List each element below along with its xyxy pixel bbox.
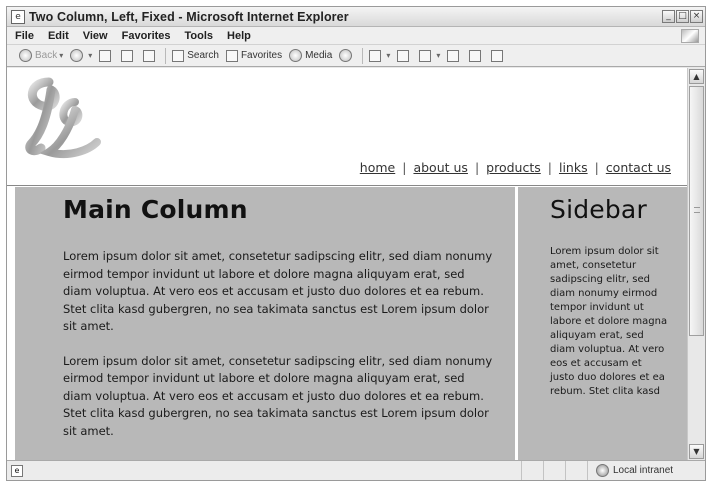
sidebar-title: Sidebar bbox=[550, 195, 647, 224]
status-bar: e Local intranet bbox=[7, 460, 705, 480]
print-icon bbox=[397, 49, 410, 62]
nav-separator: | bbox=[594, 160, 599, 175]
chevron-down-icon: ▾ bbox=[59, 51, 64, 60]
title-bar: e Two Column, Left, Fixed - Microsoft In… bbox=[7, 7, 705, 27]
mail-button[interactable]: ▾ bbox=[369, 49, 391, 62]
media-button[interactable]: Media bbox=[289, 49, 332, 62]
windows-logo-icon bbox=[681, 28, 699, 43]
forward-button[interactable]: ▾ bbox=[70, 49, 92, 62]
menu-bar: File Edit View Favorites Tools Help bbox=[7, 27, 705, 45]
maximize-button[interactable]: □ bbox=[676, 10, 689, 23]
site-nav: home | about us | products | links | con… bbox=[360, 160, 671, 175]
sidebar-text: Lorem ipsum dolor sit amet, consetetur s… bbox=[550, 246, 668, 397]
favorites-button[interactable]: Favorites bbox=[225, 49, 283, 62]
favorites-label: Favorites bbox=[240, 50, 283, 61]
forward-arrow-icon bbox=[70, 49, 84, 62]
main-paragraph-1: Lorem ipsum dolor sit amet, consetetur s… bbox=[63, 249, 493, 333]
discuss-button[interactable] bbox=[447, 49, 462, 62]
research-icon bbox=[491, 49, 504, 62]
security-zone: Local intranet bbox=[587, 461, 705, 480]
page-viewport: home | about us | products | links | con… bbox=[7, 68, 687, 460]
research-button[interactable] bbox=[491, 49, 506, 62]
mail-icon bbox=[369, 49, 382, 62]
nav-separator: | bbox=[402, 160, 407, 175]
nav-separator: | bbox=[474, 160, 480, 175]
site-logo-icon bbox=[25, 77, 101, 159]
nav-links[interactable]: links bbox=[559, 160, 588, 175]
zone-label: Local intranet bbox=[613, 465, 674, 476]
chevron-down-icon: ▾ bbox=[88, 51, 93, 60]
stop-icon bbox=[99, 49, 112, 62]
history-button[interactable] bbox=[339, 49, 355, 62]
star-icon bbox=[225, 49, 238, 62]
nav-about-us[interactable]: about us bbox=[413, 160, 467, 175]
menu-tools[interactable]: Tools bbox=[185, 30, 214, 42]
vertical-scrollbar[interactable]: ▲ ▼ bbox=[687, 68, 705, 460]
page-left-margin bbox=[7, 187, 15, 460]
home-icon bbox=[143, 49, 156, 62]
window-controls: _ □ × bbox=[662, 10, 703, 23]
main-column-title: Main Column bbox=[63, 195, 248, 224]
minimize-button[interactable]: _ bbox=[662, 10, 675, 23]
stop-button[interactable] bbox=[99, 49, 114, 62]
main-column: Main Column Lorem ipsum dolor sit amet, … bbox=[15, 187, 515, 460]
menu-help[interactable]: Help bbox=[227, 30, 251, 42]
nav-products[interactable]: products bbox=[486, 160, 541, 175]
window-title: Two Column, Left, Fixed - Microsoft Inte… bbox=[29, 9, 349, 24]
home-button[interactable] bbox=[143, 49, 158, 62]
sidebar: Sidebar Lorem ipsum dolor sit amet, cons… bbox=[518, 187, 687, 460]
menu-file[interactable]: File bbox=[15, 30, 34, 42]
messenger-icon bbox=[469, 49, 482, 62]
page-status-icon: e bbox=[11, 464, 23, 477]
scroll-down-button[interactable]: ▼ bbox=[689, 444, 704, 459]
grip-icon bbox=[694, 207, 700, 213]
status-cell bbox=[543, 461, 565, 480]
media-icon bbox=[289, 49, 303, 62]
refresh-button[interactable] bbox=[121, 49, 136, 62]
nav-contact-us[interactable]: contact us bbox=[606, 160, 671, 175]
nav-separator: | bbox=[547, 160, 552, 175]
intranet-icon bbox=[596, 464, 609, 477]
search-label: Search bbox=[187, 50, 219, 61]
edit-button[interactable]: ▾ bbox=[419, 49, 441, 62]
toolbar: Back ▾ ▾ Search Favorites Media ▾ ▾ bbox=[7, 45, 705, 67]
refresh-icon bbox=[121, 49, 134, 62]
toolbar-separator bbox=[362, 47, 364, 64]
search-button[interactable]: Search bbox=[172, 49, 219, 62]
close-button[interactable]: × bbox=[690, 10, 703, 23]
chevron-down-icon: ▾ bbox=[386, 51, 391, 60]
back-button[interactable]: Back ▾ bbox=[19, 49, 63, 62]
messenger-button[interactable] bbox=[469, 49, 484, 62]
scroll-up-button[interactable]: ▲ bbox=[689, 69, 704, 84]
back-label: Back bbox=[35, 50, 58, 61]
toolbar-separator bbox=[165, 47, 167, 64]
ie-page-icon: e bbox=[11, 9, 25, 24]
scroll-thumb[interactable] bbox=[689, 86, 704, 336]
menu-favorites[interactable]: Favorites bbox=[122, 30, 171, 42]
menu-view[interactable]: View bbox=[83, 30, 108, 42]
media-label: Media bbox=[305, 50, 333, 61]
main-paragraph-2: Lorem ipsum dolor sit amet, consetetur s… bbox=[63, 353, 493, 438]
discuss-icon bbox=[447, 49, 460, 62]
browser-window: e Two Column, Left, Fixed - Microsoft In… bbox=[6, 6, 706, 481]
back-arrow-icon bbox=[19, 49, 32, 62]
status-cell bbox=[565, 461, 587, 480]
status-cells: Local intranet bbox=[521, 461, 705, 480]
menu-edit[interactable]: Edit bbox=[48, 30, 69, 42]
print-button[interactable] bbox=[397, 49, 412, 62]
edit-icon bbox=[419, 49, 432, 62]
history-icon bbox=[339, 49, 353, 62]
chevron-down-icon: ▾ bbox=[436, 51, 441, 60]
nav-home[interactable]: home bbox=[360, 160, 395, 175]
status-cell bbox=[521, 461, 543, 480]
search-icon bbox=[172, 49, 185, 62]
site-header: home | about us | products | links | con… bbox=[7, 68, 687, 186]
